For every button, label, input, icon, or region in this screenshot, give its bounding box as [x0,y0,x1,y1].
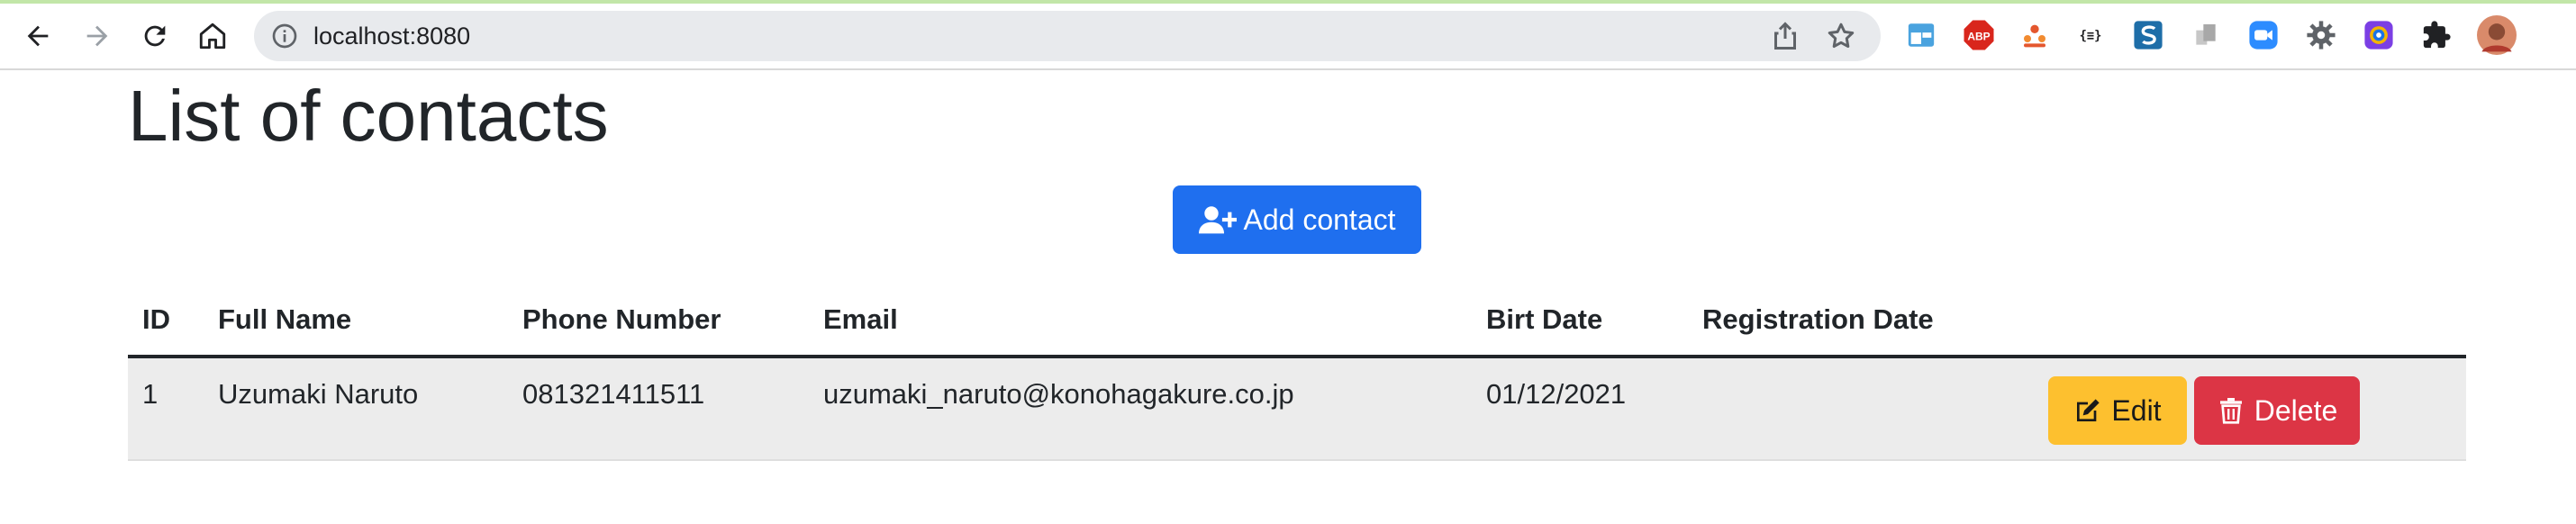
share-icon[interactable] [1769,20,1801,52]
header-id: ID [142,303,170,335]
edit-pencil-icon [2077,399,2100,421]
header-phone-number: Phone Number [522,303,721,335]
svg-text:ABP: ABP [1967,30,1990,42]
svg-text:{≡}: {≡} [2080,29,2102,43]
table-row: 1 Uzumaki Naruto 081321411511 uzumaki_na… [128,358,2466,461]
bookmark-star-icon[interactable] [1825,20,1857,52]
home-button[interactable] [191,14,234,58]
page-title: List of contacts [128,76,609,156]
back-arrow-icon [27,25,49,47]
puzzle-extensions-icon[interactable] [2419,18,2454,52]
cell-birth-date: 01/12/2021 [1486,378,1627,410]
delete-label: Delete [2254,393,2338,427]
back-button[interactable] [16,14,59,58]
cell-id: 1 [142,378,159,410]
edit-button[interactable]: Edit [2048,376,2187,445]
header-birth-date: Birt Date [1486,303,1603,335]
cell-phone-number: 081321411511 [522,378,705,410]
tab-manager-icon[interactable] [1904,18,1938,52]
reload-button[interactable] [133,14,177,58]
home-icon [199,23,226,50]
users-extension-icon[interactable] [2018,18,2052,52]
user-plus-icon [1198,206,1237,234]
json-formatter-icon[interactable]: {≡} [2073,18,2108,52]
cell-full-name: Uzumaki Naruto [218,378,419,410]
forward-arrow-icon [86,25,108,47]
reload-icon [144,25,166,47]
settings-gear-icon[interactable] [2304,18,2338,52]
adblock-plus-icon[interactable]: ABP [1962,18,1996,52]
site-info-icon[interactable] [270,22,299,50]
address-bar[interactable]: localhost:8080 [254,11,1881,61]
add-contact-label: Add contact [1243,203,1396,236]
forward-button[interactable] [76,14,119,58]
header-email: Email [823,303,898,335]
color-picker-icon[interactable] [2362,18,2396,52]
table-header-row: ID Full Name Phone Number Email Birt Dat… [128,288,2466,358]
page-load-progress [0,0,2576,4]
header-registration-date: Registration Date [1702,303,1934,335]
header-full-name: Full Name [218,303,352,335]
cell-email: uzumaki_naruto@konohagakure.co.jp [823,378,1294,410]
edit-label: Edit [2111,393,2162,427]
row-actions: Edit Delete [2048,376,2360,445]
profile-avatar-icon[interactable] [2477,15,2517,55]
contacts-table: ID Full Name Phone Number Email Birt Dat… [128,288,2466,461]
delete-button[interactable]: Delete [2194,376,2360,445]
browser-toolbar: localhost:8080 ABP {≡} [0,0,2576,70]
url-text[interactable]: localhost:8080 [313,11,470,61]
s-extension-icon[interactable] [2131,18,2165,52]
zoom-icon[interactable] [2246,18,2281,52]
add-contact-button[interactable]: Add contact [1173,185,1421,254]
grey-extension-icon[interactable] [2189,18,2223,52]
trash-icon [2219,398,2242,424]
